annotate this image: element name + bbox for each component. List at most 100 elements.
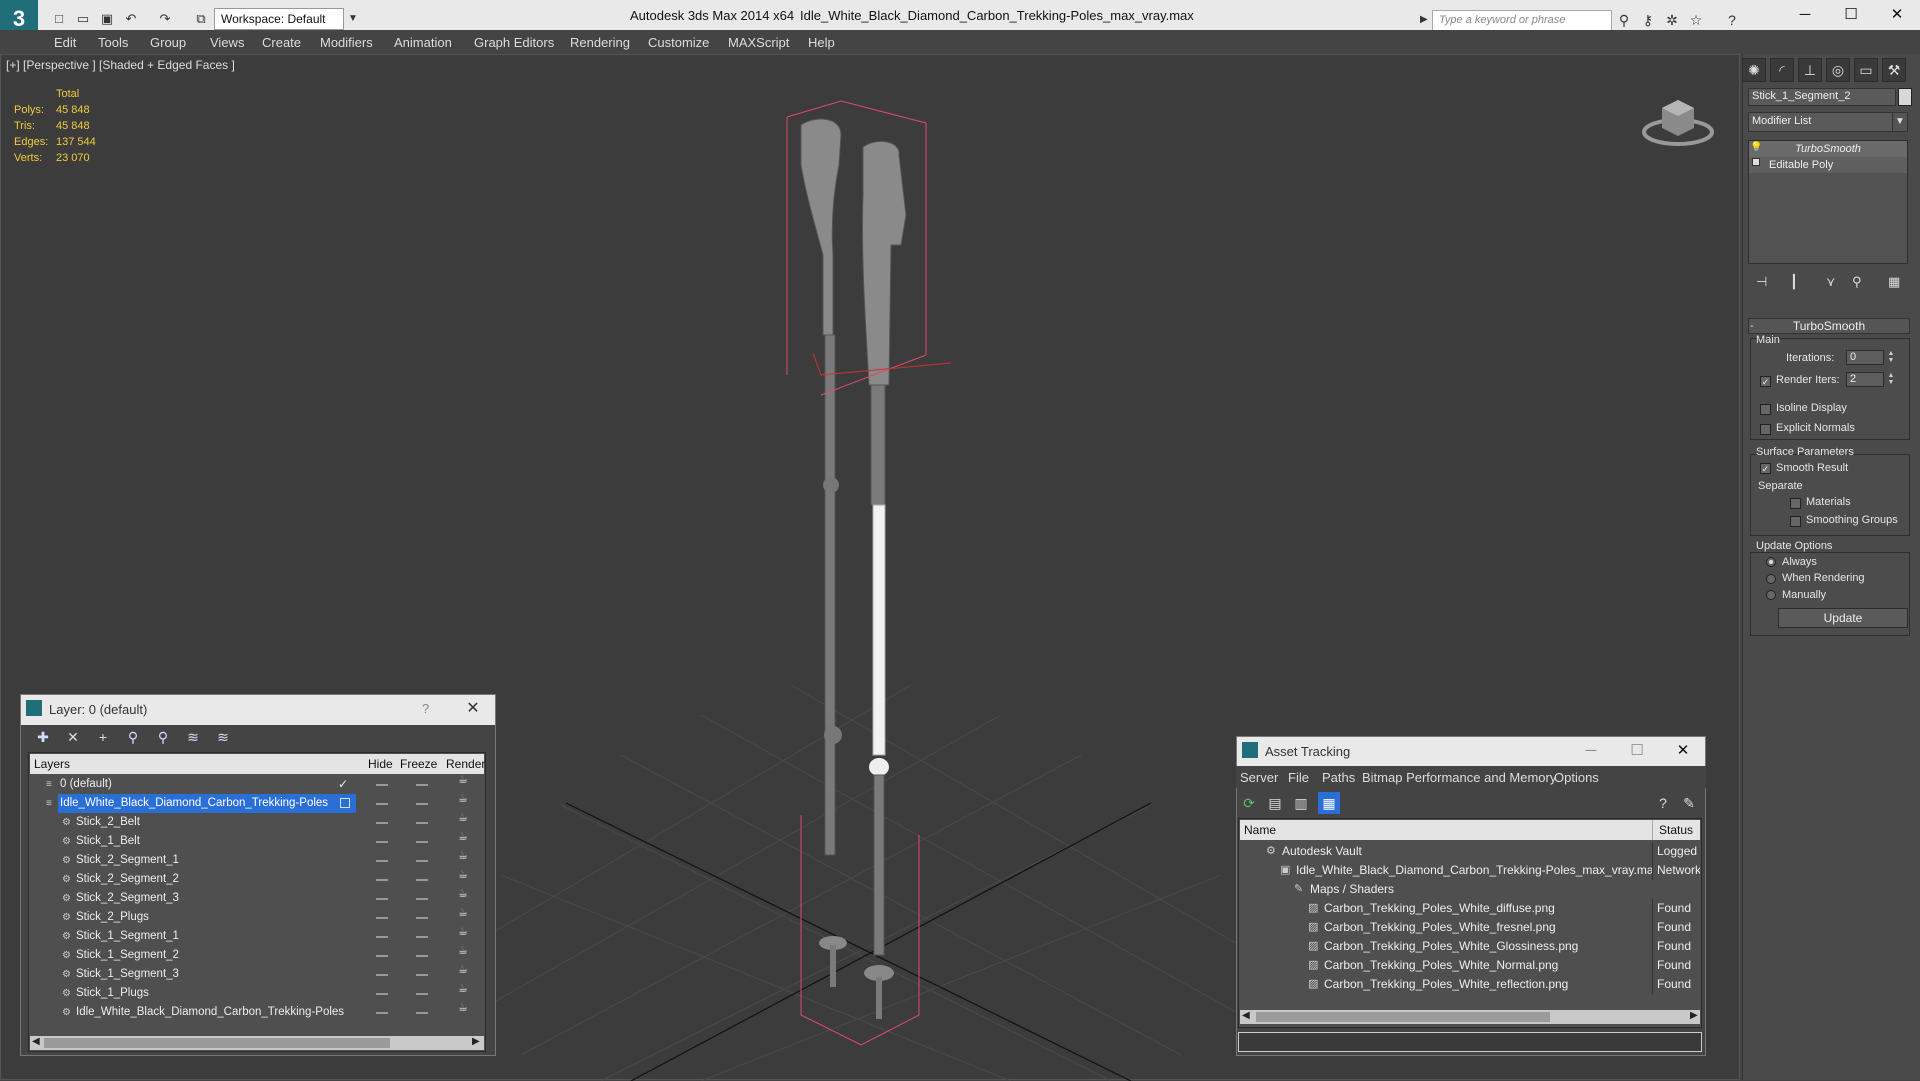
asset-row[interactable]: ▣ Idle_White_Black_Diamond_Carbon_Trekkin…	[1240, 861, 1700, 880]
modify-tab-icon[interactable]: ◜	[1770, 58, 1794, 82]
render-teapot-icon[interactable]: ☕	[458, 946, 470, 957]
render-teapot-icon[interactable]: ☕	[458, 775, 470, 786]
search-input[interactable]: Type a keyword or phrase	[1432, 10, 1612, 32]
asset-menu-file[interactable]: File	[1288, 769, 1309, 787]
highlight-layer-icon[interactable]: ⚲	[152, 726, 174, 748]
asset-row[interactable]: ⚙ Autodesk Vault Logged	[1240, 842, 1700, 861]
freeze-toggle[interactable]	[416, 1012, 428, 1014]
chevron-left-icon[interactable]: ◀	[32, 1036, 40, 1047]
menu-views[interactable]: Views	[210, 34, 244, 52]
layer-row[interactable]: ⚙ Stick_2_Belt ☕	[30, 813, 484, 832]
render-teapot-icon[interactable]: ☕	[458, 908, 470, 919]
layer-name[interactable]: Stick_2_Segment_1	[74, 851, 181, 870]
always-radio[interactable]	[1766, 557, 1776, 567]
explicit-normals-checkbox[interactable]	[1760, 424, 1771, 435]
current-layer-check-icon[interactable]: ✓	[338, 775, 348, 794]
layer-row[interactable]: ≡ 0 (default) ✓ ☕	[30, 775, 484, 794]
render-iters-spinner[interactable]: 2	[1846, 372, 1884, 387]
hierarchy-tab-icon[interactable]: ⊥	[1798, 58, 1822, 82]
render-teapot-icon[interactable]: ☕	[458, 927, 470, 938]
asset-menu-paths[interactable]: Paths	[1322, 769, 1355, 787]
chevron-right-icon[interactable]: ▶	[1420, 14, 1428, 25]
chevron-down-icon[interactable]: ▼	[1892, 112, 1908, 132]
utilities-tab-icon[interactable]: ⚒	[1882, 58, 1906, 82]
layer-row[interactable]: ⚙ Stick_1_Segment_1 ☕	[30, 927, 484, 946]
menu-graph-editors[interactable]: Graph Editors	[474, 34, 554, 52]
asset-row[interactable]: ▨ Carbon_Trekking_Poles_White_diffuse.png…	[1240, 899, 1700, 918]
render-teapot-icon[interactable]: ☕	[458, 870, 470, 881]
menu-create[interactable]: Create	[262, 34, 301, 52]
asset-menu-server[interactable]: Server	[1240, 769, 1278, 787]
show-end-result-icon[interactable]: ┃	[1790, 274, 1798, 290]
hide-toggle[interactable]	[376, 841, 388, 843]
asset-row[interactable]: ✎ Maps / Shaders	[1240, 880, 1700, 899]
add-to-layer-icon[interactable]: +	[92, 726, 114, 748]
tree-view-icon[interactable]: ▥	[1290, 792, 1312, 814]
asset-name[interactable]: Carbon_Trekking_Poles_White_reflection.p…	[1324, 975, 1568, 994]
smoothing-groups-checkbox[interactable]	[1790, 516, 1801, 527]
hide-toggle[interactable]	[376, 803, 388, 805]
object-name-field[interactable]: Stick_1_Segment_2	[1748, 88, 1896, 106]
table-view-icon[interactable]: ▦	[1318, 792, 1340, 814]
scrollbar-thumb[interactable]	[1256, 1012, 1550, 1022]
new-layer-icon[interactable]: ✚	[32, 726, 54, 748]
freeze-toggle[interactable]	[416, 917, 428, 919]
chevron-left-icon[interactable]: ◀	[1242, 1010, 1250, 1021]
binoculars-icon[interactable]: ⚲	[1614, 10, 1634, 30]
layer-row[interactable]: ⚙ Stick_1_Plugs ☕	[30, 984, 484, 1003]
redo-icon[interactable]: ↷	[156, 10, 174, 28]
asset-row[interactable]: ▨ Carbon_Trekking_Poles_White_Normal.png F…	[1240, 956, 1700, 975]
maximize-icon[interactable]: ☐	[1828, 0, 1874, 30]
layer-name[interactable]: Stick_1_Segment_3	[74, 965, 181, 984]
layer-name[interactable]: Stick_2_Segment_3	[74, 889, 181, 908]
asset-name[interactable]: Autodesk Vault	[1282, 842, 1362, 861]
workspace-dropdown[interactable]: Workspace: Default	[214, 8, 344, 30]
asset-name[interactable]: Idle_White_Black_Diamond_Carbon_Trekking…	[1296, 861, 1660, 880]
rollout-turbosmooth[interactable]: TurboSmooth	[1748, 318, 1910, 334]
col-name[interactable]: Name	[1244, 820, 1276, 840]
freeze-toggle[interactable]	[416, 974, 428, 976]
modifier-list-dropdown[interactable]: Modifier List	[1748, 112, 1906, 132]
col-render[interactable]: Render	[446, 754, 485, 774]
freeze-layers-icon[interactable]: ≋	[212, 726, 234, 748]
asset-menu-bitmap-performance[interactable]: Bitmap Performance and Memory	[1362, 769, 1556, 787]
delete-layer-icon[interactable]: ✕	[62, 726, 84, 748]
scrollbar-thumb[interactable]	[44, 1038, 390, 1048]
freeze-toggle[interactable]	[416, 898, 428, 900]
stack-item-editable-poly[interactable]: Editable Poly	[1749, 157, 1907, 173]
layer-name[interactable]: Stick_2_Belt	[74, 813, 142, 832]
col-layers[interactable]: Layers	[34, 754, 70, 774]
layer-name[interactable]: Stick_1_Belt	[74, 832, 142, 851]
help-context-icon[interactable]: ✎	[1678, 792, 1700, 814]
chevron-down-icon[interactable]: ▼	[346, 8, 360, 30]
freeze-toggle[interactable]	[416, 955, 428, 957]
set-current-layer-box[interactable]	[340, 798, 350, 808]
display-tab-icon[interactable]: ▭	[1854, 58, 1878, 82]
menu-animation[interactable]: Animation	[394, 34, 452, 52]
close-icon[interactable]: ✕	[1660, 736, 1706, 766]
tools-icon[interactable]: ✲	[1662, 10, 1682, 30]
select-objects-icon[interactable]: ⚲	[122, 726, 144, 748]
chevron-right-icon[interactable]: ▶	[1690, 1010, 1698, 1021]
hide-layers-icon[interactable]: ≋	[182, 726, 204, 748]
layer-name[interactable]: 0 (default)	[58, 775, 114, 794]
render-teapot-icon[interactable]: ☕	[458, 1003, 470, 1014]
menu-rendering[interactable]: Rendering	[570, 34, 630, 52]
minimize-icon[interactable]: ─	[1568, 736, 1614, 766]
key-icon[interactable]: ⚷	[1638, 10, 1658, 30]
render-teapot-icon[interactable]: ☕	[458, 889, 470, 900]
layer-name[interactable]: Idle_White_Black_Diamond_Carbon_Trekking…	[74, 1003, 346, 1022]
spinner-arrows-icon[interactable]: ▲ ▼	[1886, 350, 1896, 365]
render-teapot-icon[interactable]: ☕	[458, 794, 470, 805]
modifier-stack[interactable]: TurboSmooth Editable Poly	[1748, 140, 1908, 264]
freeze-toggle[interactable]	[416, 860, 428, 862]
hide-toggle[interactable]	[376, 898, 388, 900]
layer-name[interactable]: Stick_1_Plugs	[74, 984, 151, 1003]
menu-edit[interactable]: Edit	[54, 34, 76, 52]
freeze-toggle[interactable]	[416, 784, 428, 786]
layer-name[interactable]: Stick_2_Segment_2	[74, 870, 181, 889]
save-icon[interactable]: ▣	[98, 10, 116, 28]
asset-path-field[interactable]	[1238, 1032, 1702, 1052]
help-icon[interactable]: ?	[1652, 792, 1674, 814]
hide-toggle[interactable]	[376, 879, 388, 881]
